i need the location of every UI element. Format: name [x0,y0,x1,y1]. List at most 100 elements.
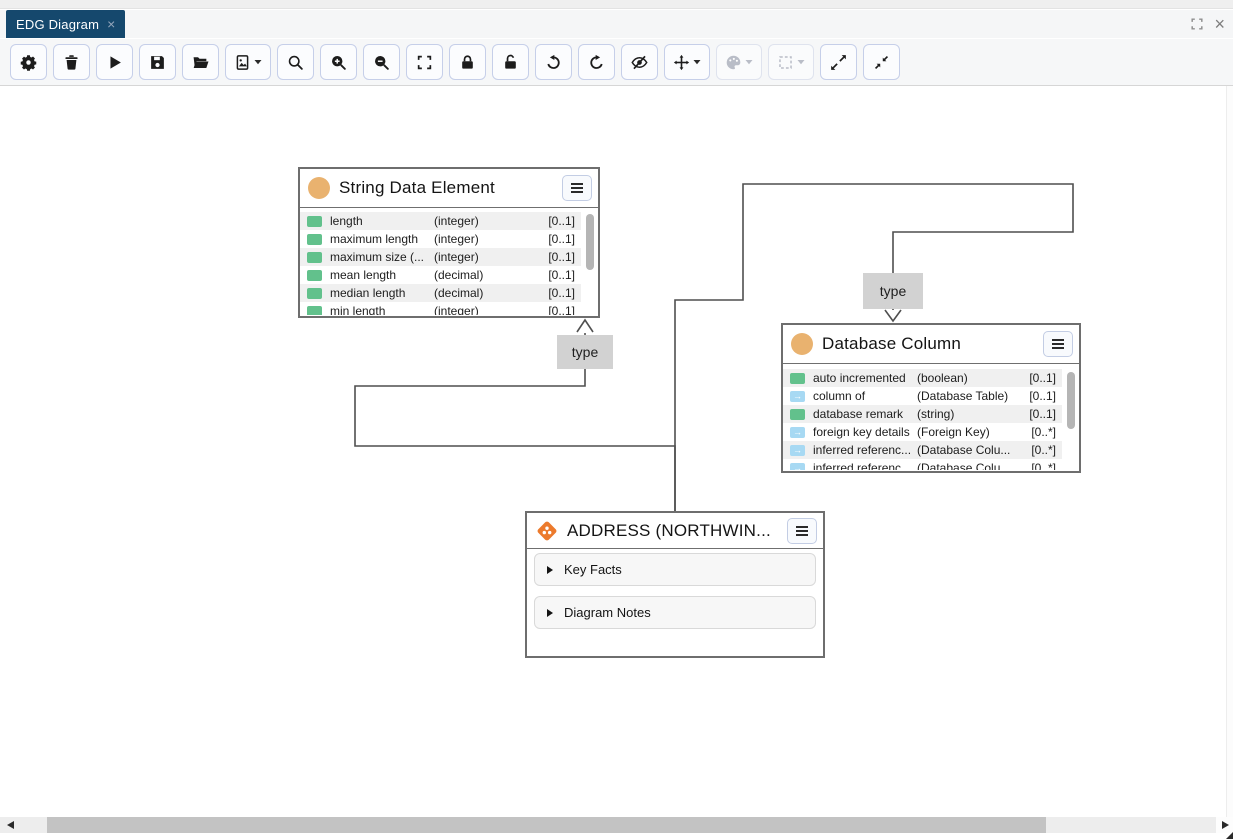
toolbar-redo-button[interactable] [578,44,615,80]
horizontal-scrollbar-thumb[interactable] [47,817,1046,833]
attribute-cardinality: [0..1] [544,304,575,315]
toolbar-layout-move-button[interactable] [664,44,710,80]
edge-label-type-string[interactable]: type [557,335,613,369]
tab-edg-diagram[interactable]: EDG Diagram × [6,10,125,38]
scroll-left-arrow-icon[interactable] [7,821,14,829]
play-icon [106,54,123,71]
node-title: Database Column [822,334,1037,354]
toolbar-zoom-in-button[interactable] [320,44,357,80]
attribute-row[interactable]: mean length (decimal) [0..1] [300,266,581,284]
toolbar-fit-view-button[interactable] [406,44,443,80]
lock-closed-icon [459,54,476,71]
attribute-row[interactable]: median length (decimal) [0..1] [300,284,581,302]
attribute-row[interactable]: auto incremented (boolean) [0..1] [783,369,1062,387]
attribute-cardinality: [0..*] [1027,461,1056,470]
expand-triangle-icon [547,609,553,617]
scroll-right-arrow-icon[interactable] [1222,821,1229,829]
node-string-data-element[interactable]: String Data Element length (integer) [0.… [298,167,600,318]
toolbar-expand-all-button[interactable] [820,44,857,80]
attribute-name: inferred referenc... [813,461,917,470]
edge-address-to-string-data-element[interactable] [355,333,675,511]
magnifier-minus-icon [373,54,390,71]
attribute-row[interactable]: maximum length (integer) [0..1] [300,230,581,248]
toolbar-undo-button[interactable] [535,44,572,80]
app-window: EDG Diagram × × type type [0,0,1233,839]
gear-icon [20,54,37,71]
attribute-type: (integer) [434,232,544,246]
attribute-name: min length [330,304,434,315]
node-menu-button[interactable] [562,175,592,201]
window-fullscreen-icon[interactable] [1190,17,1204,31]
tab-close-icon[interactable]: × [107,17,115,31]
node-scrollbar-thumb[interactable] [1067,372,1075,429]
node-menu-button[interactable] [787,518,817,544]
fullscreen-brackets-icon [416,54,433,71]
edge-arrowhead-down [885,310,901,321]
section-list: Key Facts Diagram Notes [527,549,823,652]
toolbar-run-button[interactable] [96,44,133,80]
toolbar-zoom-out-button[interactable] [363,44,400,80]
scroll-corner-icon[interactable] [1226,832,1233,839]
image-icon [234,54,251,71]
node-address-northwind[interactable]: ADDRESS (NORTHWIN... Key Facts Diagram N… [525,511,825,658]
toolbar-unlock-button[interactable] [492,44,529,80]
window-close-icon[interactable]: × [1214,15,1225,33]
attribute-row[interactable]: database remark (string) [0..1] [783,405,1062,423]
toolbar-settings-button[interactable] [10,44,47,80]
attribute-type: (decimal) [434,286,544,300]
attribute-name: column of [813,389,917,403]
toolbar-search-button[interactable] [277,44,314,80]
attribute-row[interactable]: column of (Database Table) [0..1] [783,387,1062,405]
node-header: Database Column [783,325,1079,364]
attribute-row[interactable]: inferred referenc... (Database Colu... [… [783,441,1062,459]
toolbar-delete-button[interactable] [53,44,90,80]
attribute-row[interactable]: min length (integer) [0..1] [300,302,581,315]
edge-label-type-database[interactable]: type [863,273,923,309]
attribute-row[interactable]: maximum size (... (integer) [0..1] [300,248,581,266]
toolbar-save-button[interactable] [139,44,176,80]
collapsible-section[interactable]: Diagram Notes [534,596,816,629]
palette-icon [725,54,742,71]
node-scrollbar-thumb[interactable] [586,214,594,270]
expand-triangle-icon [547,566,553,574]
node-database-column[interactable]: Database Column auto incremented (boolea… [781,323,1081,473]
horizontal-scrollbar[interactable] [0,817,1233,833]
selection-box-icon [777,54,794,71]
vertical-scrollbar[interactable] [1226,86,1233,817]
collapsible-section[interactable]: Key Facts [534,553,816,586]
attribute-row[interactable]: length (integer) [0..1] [300,212,581,230]
attribute-row[interactable]: inferred referenc... (Database Colu... [… [783,459,1062,470]
attribute-type: (integer) [434,214,544,228]
section-label: Key Facts [564,562,622,577]
toolbar-collapse-all-button[interactable] [863,44,900,80]
attribute-kind-icon [307,270,322,281]
section-label: Diagram Notes [564,605,651,620]
attribute-kind-icon [790,409,805,420]
toolbar-export-image-button[interactable] [225,44,271,80]
toolbar-lock-button[interactable] [449,44,486,80]
attribute-cardinality: [0..1] [1027,407,1056,421]
attribute-cardinality: [0..1] [544,268,575,282]
attribute-row[interactable]: foreign key details (Foreign Key) [0..*] [783,423,1062,441]
toolbar-hide-button[interactable] [621,44,658,80]
attribute-name: length [330,214,434,228]
attribute-kind-icon [307,306,322,316]
toolbar-style-palette-button [716,44,762,80]
attribute-name: median length [330,286,434,300]
attribute-name: foreign key details [813,425,917,439]
arrows-expand-icon [830,54,847,71]
attribute-type: (Database Colu... [917,461,1027,470]
toolbar-open-button[interactable] [182,44,219,80]
diagram-canvas[interactable]: type type String Data Element length (in… [0,86,1226,817]
attribute-type: (boolean) [917,371,1027,385]
attribute-type: (integer) [434,250,544,264]
trash-icon [63,54,80,71]
toolbar [0,38,1233,86]
class-circle-icon [791,333,813,355]
hamburger-icon [1052,343,1064,345]
attribute-kind-icon [307,288,322,299]
node-menu-button[interactable] [1043,331,1073,357]
floppy-icon [149,54,166,71]
attribute-type: (Foreign Key) [917,425,1027,439]
attribute-cardinality: [0..1] [544,232,575,246]
